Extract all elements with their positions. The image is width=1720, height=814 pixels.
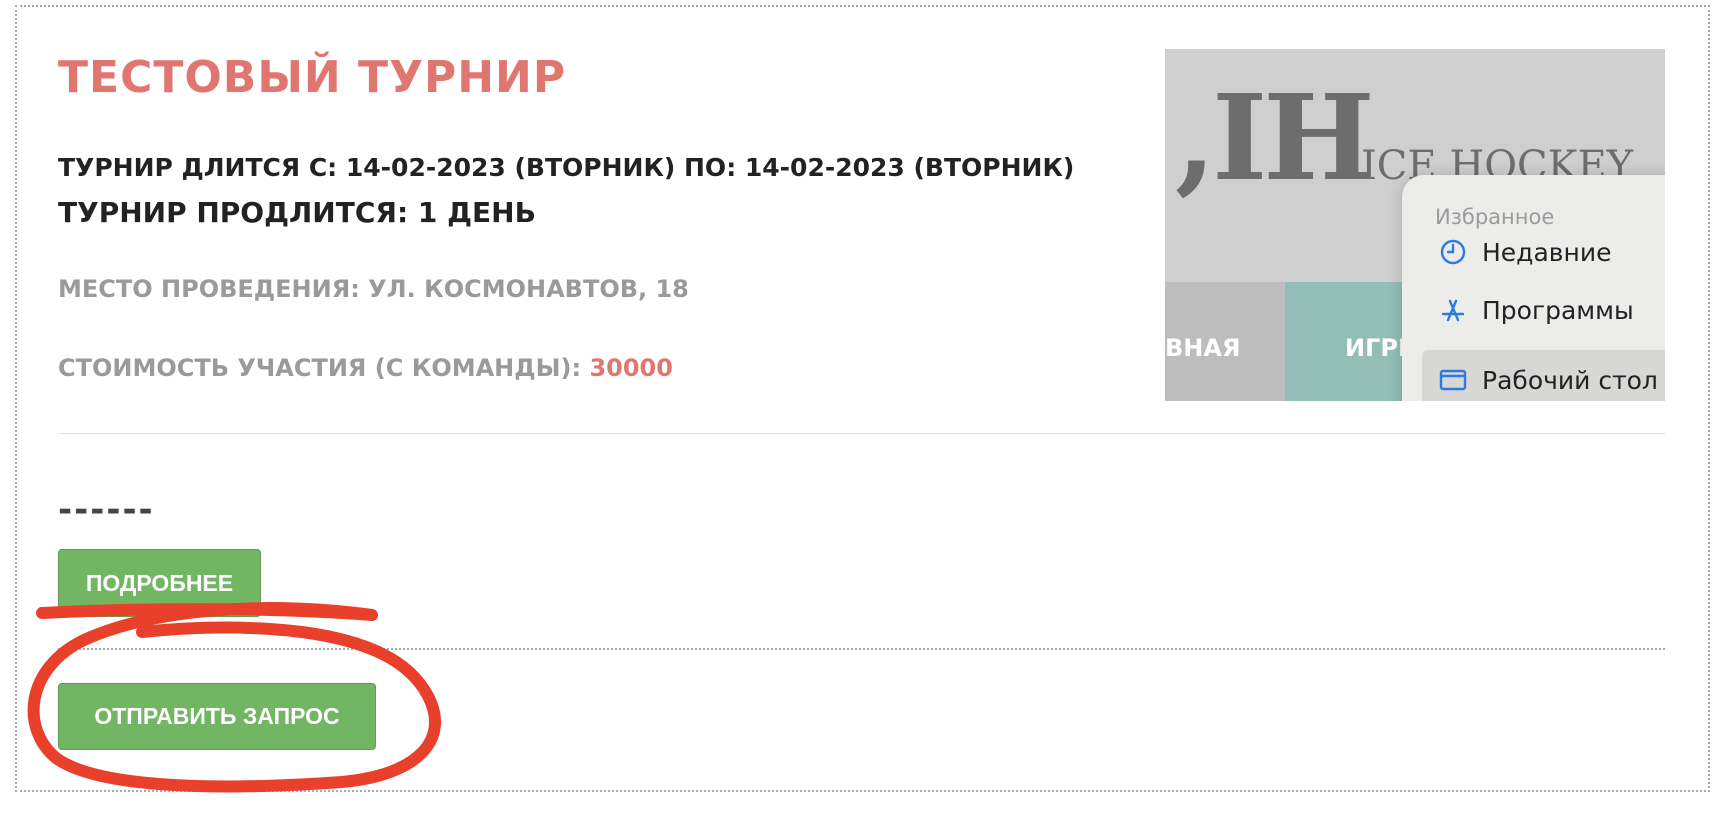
thumbnail-logo: ,IH <box>1175 68 1375 207</box>
tournament-thumbnail: ,IH ICE HOCKEY ВНАЯ ИГРЫ Избранное Недав… <box>1165 49 1665 401</box>
description-placeholder: ------ <box>58 490 155 530</box>
send-request-button[interactable]: Отправить запрос <box>58 683 376 750</box>
tournament-dates: Турнир длится с: 14-02-2023 (вторник) по… <box>58 153 1075 182</box>
cost-label: Стоимость участия (с команды): <box>58 354 590 382</box>
thumbnail-finder-menu: Избранное Недавние Программы Рабочий сто… <box>1402 175 1665 401</box>
thumbnail-nav-item: ВНАЯ <box>1165 334 1241 362</box>
tournament-duration: Турнир продлится: 1 день <box>58 196 536 229</box>
desktop-icon <box>1438 365 1468 395</box>
menu-item-label: Недавние <box>1482 237 1612 267</box>
menu-item-desktop: Рабочий стол <box>1422 350 1665 401</box>
menu-item-label: Рабочий стол <box>1482 365 1658 395</box>
menu-section-title: Избранное <box>1435 205 1555 229</box>
cost-value: 30000 <box>589 354 673 382</box>
tournament-venue: Место проведения: ул. Космонавтов, 18 <box>58 275 689 303</box>
section-divider <box>58 433 1665 434</box>
clock-icon <box>1438 237 1468 267</box>
menu-item-recent: Недавние <box>1438 237 1612 267</box>
tournament-cost: Стоимость участия (с команды): 30000 <box>58 354 673 382</box>
dotted-divider <box>58 648 1665 650</box>
details-button[interactable]: Подробнее <box>58 549 261 617</box>
tournament-title: Тестовый турнир <box>58 52 567 103</box>
menu-item-applications: Программы <box>1438 295 1634 325</box>
app-store-icon <box>1438 295 1468 325</box>
menu-item-label: Программы <box>1482 295 1634 325</box>
